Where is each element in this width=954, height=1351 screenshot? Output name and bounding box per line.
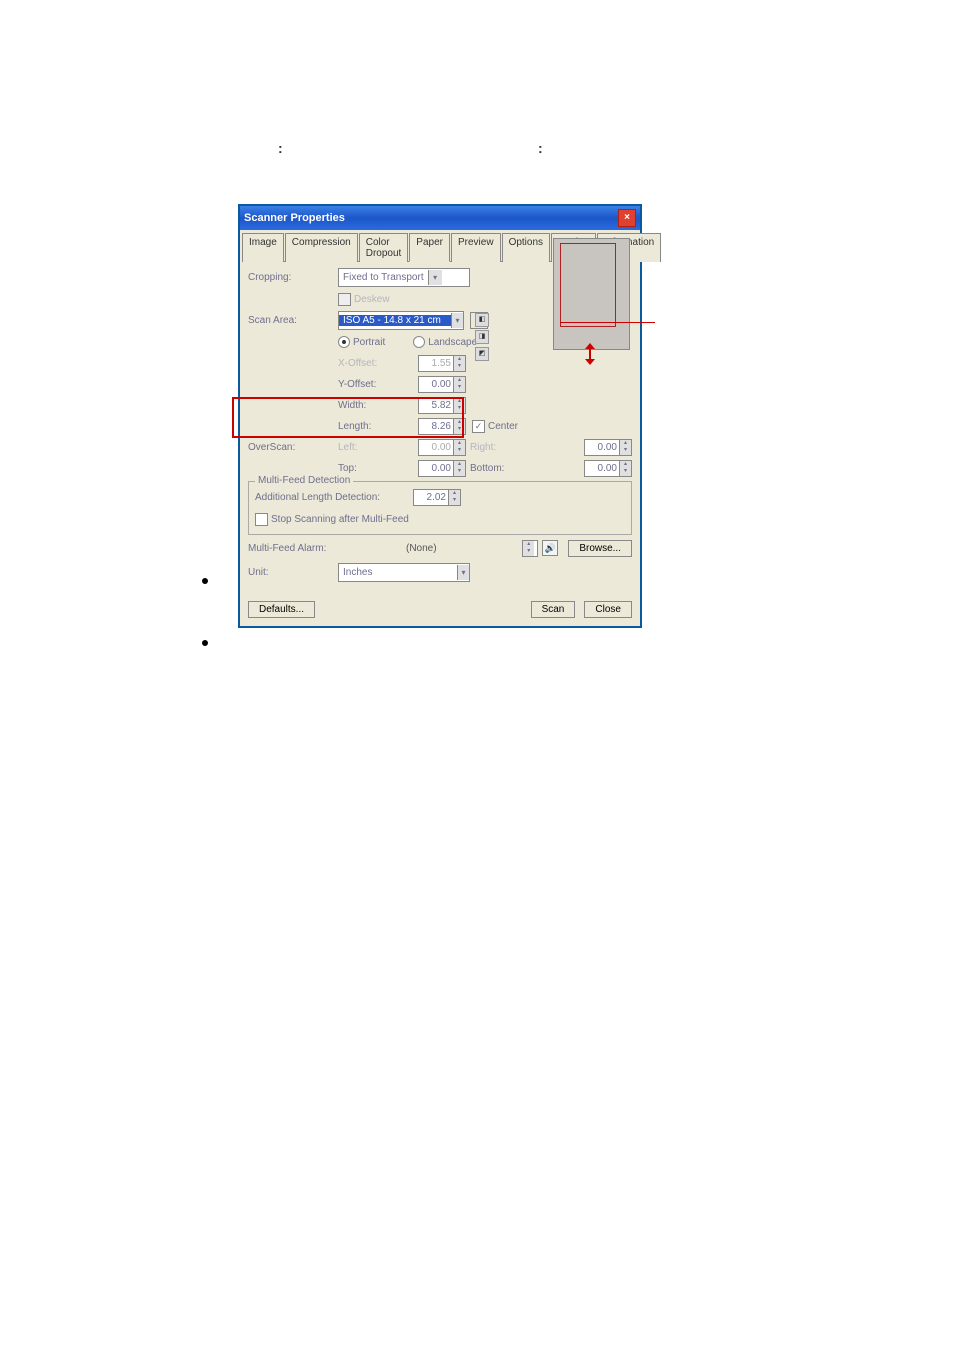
yoffset-label: Y-Offset:	[338, 379, 418, 390]
xoffset-spinner: 1.55▴▾	[418, 355, 466, 372]
width-value: 5.82	[419, 400, 453, 411]
scanner-properties-dialog: Scanner Properties × Image Compression C…	[238, 204, 642, 628]
add-len-spinner[interactable]: 2.02▴▾	[413, 489, 461, 506]
doc-colon-2: :	[538, 140, 543, 156]
scanarea-label: Scan Area:	[248, 315, 338, 326]
deskew-checkbox: Deskew	[338, 293, 390, 306]
length-label: Length:	[338, 421, 418, 432]
overscan-right-spinner[interactable]: 0.00▴▾	[584, 439, 632, 456]
overscan-r1-value: 0.00	[585, 442, 619, 453]
portrait-label: Portrait	[353, 337, 385, 348]
dialog-title: Scanner Properties	[244, 212, 345, 224]
left-label: Left:	[338, 442, 418, 453]
tab-compression[interactable]: Compression	[285, 233, 358, 262]
cropping-value: Fixed to Transport	[339, 272, 428, 283]
defaults-button[interactable]: Defaults...	[248, 601, 315, 618]
bottom-label: Bottom:	[470, 463, 510, 474]
unit-combo[interactable]: Inches ▾	[338, 563, 470, 582]
alarm-value: (None)	[406, 543, 496, 554]
right-label: Right:	[470, 442, 510, 453]
tab-options[interactable]: Options	[502, 233, 550, 262]
top-value: 0.00	[419, 463, 453, 474]
overscan-label: OverScan:	[248, 442, 338, 453]
width-spinner[interactable]: 5.82▴▾	[418, 397, 466, 414]
yoffset-value: 0.00	[419, 379, 453, 390]
close-icon[interactable]: ×	[618, 209, 636, 227]
crop-handle-icons: ◧ ◨ ◩	[475, 313, 489, 361]
chevron-down-icon: ▾	[451, 313, 463, 328]
stop-after-checkbox[interactable]: Stop Scanning after Multi-Feed	[255, 513, 409, 526]
overscan-bottom-spinner[interactable]: 0.00▴▾	[584, 460, 632, 477]
deskew-label: Deskew	[354, 294, 390, 305]
left-value: 0.00	[419, 442, 453, 453]
tab-preview[interactable]: Preview	[451, 233, 501, 262]
alarm-stepper[interactable]: ▴▾	[522, 540, 538, 557]
landscape-radio[interactable]: Landscape	[413, 336, 477, 348]
bullet-dot-1	[202, 578, 208, 584]
portrait-radio[interactable]: Portrait	[338, 336, 385, 348]
crop-handle-icon[interactable]: ◧	[475, 313, 489, 327]
overscan-r2-value: 0.00	[585, 463, 619, 474]
speaker-icon[interactable]: 🔊	[542, 540, 558, 556]
multi-feed-fieldset: Multi-Feed Detection Additional Length D…	[248, 481, 632, 535]
dialog-body: Cropping: Fixed to Transport ▾ Deskew Sc…	[240, 262, 640, 593]
xoffset-value: 1.55	[419, 358, 453, 369]
chevron-down-icon: ▾	[428, 270, 442, 285]
length-spinner[interactable]: 8.26▴▾	[418, 418, 466, 435]
add-len-label: Additional Length Detection:	[255, 492, 413, 503]
alarm-label: Multi-Feed Alarm:	[248, 543, 406, 554]
center-checkbox[interactable]: ✓Center	[472, 420, 518, 433]
scanarea-value: ISO A5 - 14.8 x 21 cm	[339, 315, 451, 326]
height-arrow-icon	[584, 345, 596, 363]
landscape-label: Landscape	[428, 337, 477, 348]
tab-color-dropout[interactable]: Color Dropout	[359, 233, 409, 262]
tab-image[interactable]: Image	[242, 233, 284, 262]
top-spinner[interactable]: 0.00▴▾	[418, 460, 466, 477]
center-label: Center	[488, 421, 518, 432]
dialog-footer: Defaults... Scan Close	[240, 593, 640, 626]
width-label: Width:	[338, 400, 418, 411]
top-label: Top:	[338, 463, 418, 474]
preview-pane	[553, 238, 630, 350]
titlebar[interactable]: Scanner Properties ×	[240, 206, 640, 230]
unit-label: Unit:	[248, 567, 338, 578]
stop-after-label: Stop Scanning after Multi-Feed	[271, 514, 409, 525]
scan-button[interactable]: Scan	[531, 601, 576, 618]
crop-handle-icon[interactable]: ◩	[475, 347, 489, 361]
annotation-redline	[560, 322, 655, 323]
cropping-label: Cropping:	[248, 272, 338, 283]
bullet-dot-2	[202, 640, 208, 646]
yoffset-spinner[interactable]: 0.00▴▾	[418, 376, 466, 393]
length-value: 8.26	[419, 421, 453, 432]
left-spinner: 0.00▴▾	[418, 439, 466, 456]
crop-handle-icon[interactable]: ◨	[475, 330, 489, 344]
scanarea-combo[interactable]: ISO A5 - 14.8 x 21 cm ▾	[338, 311, 464, 330]
close-button[interactable]: Close	[584, 601, 632, 618]
browse-button[interactable]: Browse...	[568, 540, 632, 557]
checkbox-icon: ✓	[472, 420, 485, 433]
preview-page-outline	[560, 243, 616, 327]
checkbox-icon	[255, 513, 268, 526]
multi-feed-legend: Multi-Feed Detection	[255, 475, 353, 486]
doc-colon-1: :	[278, 140, 283, 156]
cropping-combo[interactable]: Fixed to Transport ▾	[338, 268, 470, 287]
xoffset-label: X-Offset:	[338, 358, 418, 369]
unit-value: Inches	[339, 567, 457, 578]
add-len-value: 2.02	[414, 492, 448, 503]
checkbox-icon	[338, 293, 351, 306]
tab-paper[interactable]: Paper	[409, 233, 450, 262]
chevron-down-icon: ▾	[457, 565, 469, 580]
